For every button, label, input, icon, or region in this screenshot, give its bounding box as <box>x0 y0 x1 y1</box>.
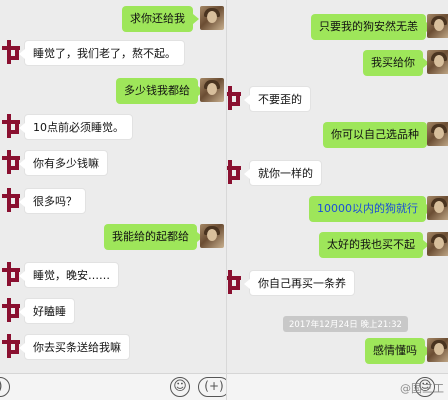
my-avatar[interactable] <box>427 196 448 220</box>
right-chat-pane: 只要我的狗安然无恙 我买给你 不要歪的 你可以自己选品种 就你一样的 10000… <box>226 0 448 400</box>
message-received: 不要歪的 <box>244 86 311 112</box>
message-sent: 太好的我也买不起 <box>319 232 429 258</box>
message-sent: 你可以自己选品种 <box>323 122 433 148</box>
message-sent: 10000以内的狗就行 <box>309 196 432 222</box>
message-received: 10点前必须睡觉。 <box>19 114 133 140</box>
her-avatar[interactable] <box>227 160 245 184</box>
message-received: 你自己再买一条养 <box>244 270 355 296</box>
input-bar: ) ☺ (+) <box>0 373 226 400</box>
message-sent: 我买给你 <box>363 50 429 76</box>
her-avatar[interactable] <box>227 86 245 110</box>
her-avatar[interactable] <box>227 270 245 294</box>
message-received: 睡觉，晚安…… <box>19 262 119 288</box>
voice-icon[interactable]: ) <box>0 377 10 397</box>
my-avatar[interactable] <box>427 122 448 146</box>
message-received: 好瞌睡 <box>19 298 75 324</box>
message-received: 你有多少钱嘛 <box>19 150 108 176</box>
message-sent: 求你还给我 <box>122 6 199 32</box>
chat-screenshot-collage: 求你还给我 睡觉了，我们老了，熬不起。 多少钱我都给 10点前必须睡觉。 你有多… <box>0 0 448 400</box>
my-avatar[interactable] <box>427 14 448 38</box>
message-received: 很多吗？ <box>19 188 86 214</box>
message-sent: 只要我的狗安然无恙 <box>311 14 432 40</box>
my-avatar[interactable] <box>427 50 448 74</box>
message-received: 睡觉了，我们老了，熬不起。 <box>19 40 185 66</box>
message-sent: 多少钱我都给 <box>116 78 204 104</box>
smile-icon[interactable]: ☺ <box>170 377 190 397</box>
my-avatar[interactable] <box>200 224 224 248</box>
plus-icon[interactable]: (+) <box>198 377 226 397</box>
left-chat-pane: 求你还给我 睡觉了，我们老了，熬不起。 多少钱我都给 10点前必须睡觉。 你有多… <box>0 0 226 400</box>
my-avatar[interactable] <box>200 6 224 30</box>
chat-timestamp: 2017年12月24日 晚上21:32 <box>283 316 408 332</box>
my-avatar[interactable] <box>427 232 448 256</box>
watermark: @国三工 <box>400 382 444 395</box>
message-sent: 感情懂吗 <box>365 338 431 364</box>
message-received: 就你一样的 <box>244 160 322 186</box>
my-avatar[interactable] <box>427 338 448 362</box>
my-avatar[interactable] <box>200 78 224 102</box>
message-sent: 我能给的起都给 <box>104 224 203 250</box>
message-received: 你去买条送给我嘛 <box>19 334 130 360</box>
